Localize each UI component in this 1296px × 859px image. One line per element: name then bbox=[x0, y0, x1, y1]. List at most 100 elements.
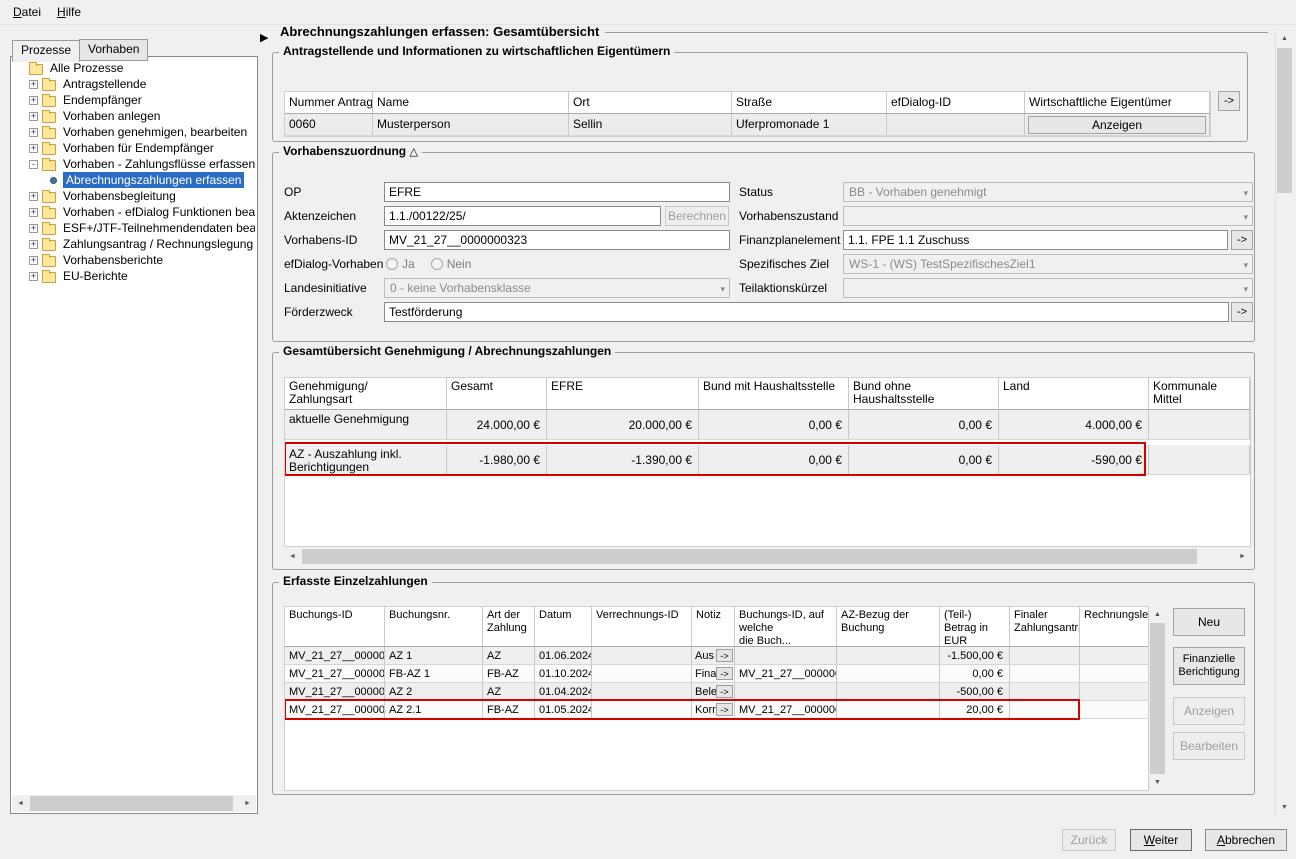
menu-datei[interactable]: Datei bbox=[5, 1, 49, 23]
table-row[interactable]: AZ - Auszahlung inkl. Berichtigungen-1.9… bbox=[285, 445, 1250, 475]
column-header[interactable]: Buchungs-ID bbox=[285, 607, 385, 646]
scroll-right-icon[interactable]: ► bbox=[239, 795, 256, 812]
collapse-icon[interactable]: - bbox=[29, 160, 38, 169]
column-header[interactable]: efDialog-ID bbox=[887, 92, 1025, 113]
column-header[interactable]: Kommunale Mittel bbox=[1149, 378, 1250, 409]
column-header[interactable]: Rechnungsle... bbox=[1080, 607, 1149, 646]
vorhabens-id-input[interactable] bbox=[384, 230, 730, 250]
tree-item[interactable]: +Vorhaben für Endempfänger bbox=[13, 140, 255, 156]
scroll-left-icon[interactable]: ◄ bbox=[284, 548, 301, 565]
notiz-arrow-button[interactable]: -> bbox=[716, 685, 733, 698]
column-header[interactable]: Wirtschaftliche Eigentümer bbox=[1025, 92, 1210, 113]
tree-item[interactable]: +ESF+/JTF-Teilnehmendendaten bearbeiten bbox=[13, 220, 255, 236]
expand-icon[interactable]: + bbox=[29, 224, 38, 233]
column-header[interactable]: EFRE bbox=[547, 378, 699, 409]
tree-item[interactable]: +Antragstellende bbox=[13, 76, 255, 92]
foerderzweck-arrow-button[interactable]: -> bbox=[1231, 302, 1253, 322]
expand-icon[interactable]: + bbox=[29, 128, 38, 137]
table-row[interactable]: 0060MusterpersonSellinUferpromonade 1Anz… bbox=[285, 114, 1210, 136]
column-header[interactable]: Bund ohne Haushaltsstelle bbox=[849, 378, 999, 409]
scroll-thumb[interactable] bbox=[30, 796, 233, 811]
scroll-thumb[interactable] bbox=[1150, 623, 1165, 774]
scroll-down-icon[interactable]: ▼ bbox=[1276, 799, 1293, 816]
column-header[interactable]: Bund mit Haushaltsstelle bbox=[699, 378, 849, 409]
menu-hilfe[interactable]: Hilfe bbox=[49, 1, 89, 23]
tree-item[interactable]: Abrechnungszahlungen erfassen bbox=[13, 172, 255, 188]
teilaktionskuerzel-select[interactable]: ▾ bbox=[843, 278, 1253, 298]
payments-vertical-scrollbar[interactable]: ▲ ▼ bbox=[1149, 606, 1166, 791]
column-header[interactable]: Buchungs-ID, auf welche die Buch... bbox=[735, 607, 837, 646]
status-select[interactable]: BB - Vorhaben genehmigt ▾ bbox=[843, 182, 1253, 202]
tree-item[interactable]: +EU-Berichte bbox=[13, 268, 255, 284]
zurueck-button[interactable]: Zurück bbox=[1062, 829, 1116, 851]
expand-icon[interactable]: + bbox=[29, 144, 38, 153]
aktenzeichen-input[interactable] bbox=[384, 206, 661, 226]
finanzplanelement-input[interactable] bbox=[843, 230, 1228, 250]
scroll-right-icon[interactable]: ► bbox=[1234, 548, 1251, 565]
expand-icon[interactable]: + bbox=[29, 80, 38, 89]
expand-icon[interactable]: + bbox=[29, 112, 38, 121]
column-header[interactable]: Verrechnungs-ID bbox=[592, 607, 692, 646]
column-header[interactable]: Buchungsnr. bbox=[385, 607, 483, 646]
anzeigen-detail-button[interactable]: Anzeigen bbox=[1173, 697, 1245, 725]
column-header[interactable]: (Teil-) Betrag in EUR bbox=[940, 607, 1010, 646]
neu-button[interactable]: Neu bbox=[1173, 608, 1245, 636]
scroll-thumb[interactable] bbox=[302, 549, 1197, 564]
column-header[interactable]: AZ-Bezug der Buchung bbox=[837, 607, 940, 646]
spezifisches-ziel-select[interactable]: WS-1 - (WS) TestSpezifischesZiel1 ▾ bbox=[843, 254, 1253, 274]
column-header[interactable]: Nummer Antragstelle... bbox=[285, 92, 373, 113]
scroll-thumb[interactable] bbox=[1277, 48, 1292, 193]
expand-icon[interactable]: + bbox=[29, 240, 38, 249]
tab-vorhaben[interactable]: Vorhaben bbox=[79, 39, 148, 61]
tree-item[interactable]: +Vorhaben genehmigen, bearbeiten bbox=[13, 124, 255, 140]
column-header[interactable]: Land bbox=[999, 378, 1149, 409]
expand-icon[interactable]: + bbox=[29, 192, 38, 201]
vorhabenszustand-select[interactable]: ▾ bbox=[843, 206, 1253, 226]
scroll-down-icon[interactable]: ▼ bbox=[1149, 774, 1166, 791]
weiter-button[interactable]: Weiter bbox=[1130, 829, 1192, 851]
section-collapse-icon[interactable]: △ bbox=[409, 146, 417, 158]
splitter-collapse-icon[interactable]: ▶ bbox=[260, 31, 268, 44]
finanzielle-berichtigung-button[interactable]: Finanzielle Berichtigung bbox=[1173, 647, 1245, 685]
scroll-up-icon[interactable]: ▲ bbox=[1149, 606, 1166, 623]
overview-horizontal-scrollbar[interactable]: ◄ ► bbox=[284, 548, 1251, 565]
landesinitiative-select[interactable]: 0 - keine Vorhabensklasse ▾ bbox=[384, 278, 730, 298]
column-header[interactable]: Art der Zahlung bbox=[483, 607, 535, 646]
column-header[interactable]: Genehmigung/ Zahlungsart bbox=[285, 378, 447, 409]
column-header[interactable]: Gesamt bbox=[447, 378, 547, 409]
column-header[interactable]: Finaler Zahlungsantra bbox=[1010, 607, 1080, 646]
radio-icon[interactable] bbox=[431, 258, 443, 270]
tree-item[interactable]: +Vorhabensberichte bbox=[13, 252, 255, 268]
scroll-left-icon[interactable]: ◄ bbox=[12, 795, 29, 812]
tree-item[interactable]: +Endempfänger bbox=[13, 92, 255, 108]
tab-prozesse[interactable]: Prozesse bbox=[12, 40, 80, 62]
notiz-arrow-button[interactable]: -> bbox=[716, 667, 733, 680]
berechnen-button[interactable]: Berechnen bbox=[665, 206, 729, 226]
main-vertical-scrollbar[interactable]: ▲ ▼ bbox=[1275, 30, 1292, 816]
expand-icon[interactable]: + bbox=[29, 272, 38, 281]
notiz-arrow-button[interactable]: -> bbox=[716, 649, 733, 662]
anzeigen-button[interactable]: Anzeigen bbox=[1028, 116, 1206, 134]
applicants-arrow-button[interactable]: -> bbox=[1218, 91, 1240, 111]
column-header[interactable]: Straße bbox=[732, 92, 887, 113]
expand-icon[interactable]: + bbox=[29, 208, 38, 217]
expand-icon[interactable]: + bbox=[29, 256, 38, 265]
column-header[interactable]: Datum bbox=[535, 607, 592, 646]
bearbeiten-button[interactable]: Bearbeiten bbox=[1173, 732, 1245, 760]
ja-radio-option[interactable]: Ja bbox=[386, 257, 415, 271]
column-header[interactable]: Notiz bbox=[692, 607, 735, 646]
tree-item[interactable]: -Vorhaben - Zahlungsflüsse erfassen bbox=[13, 156, 255, 172]
foerderzweck-input[interactable] bbox=[384, 302, 1229, 322]
scroll-up-icon[interactable]: ▲ bbox=[1276, 30, 1293, 47]
expand-icon[interactable]: + bbox=[29, 96, 38, 105]
tree-item[interactable]: +Zahlungsantrag / Rechnungslegung bbox=[13, 236, 255, 252]
table-row[interactable]: aktuelle Genehmigung24.000,00 €20.000,00… bbox=[285, 410, 1250, 440]
tree-horizontal-scrollbar[interactable]: ◄ ► bbox=[12, 795, 256, 812]
tree-item[interactable]: Alle Prozesse bbox=[13, 60, 255, 76]
finanzplanelement-arrow-button[interactable]: -> bbox=[1231, 230, 1253, 250]
nein-radio-option[interactable]: Nein bbox=[431, 257, 472, 271]
table-row[interactable]: MV_21_27__000000AZ 2.1FB-AZ01.05.2024Kor… bbox=[285, 701, 1148, 719]
column-header[interactable]: Name bbox=[373, 92, 569, 113]
table-row[interactable]: MV_21_27__000000FB-AZ 1FB-AZ01.10.2024Fi… bbox=[285, 665, 1148, 683]
notiz-arrow-button[interactable]: -> bbox=[716, 703, 733, 716]
